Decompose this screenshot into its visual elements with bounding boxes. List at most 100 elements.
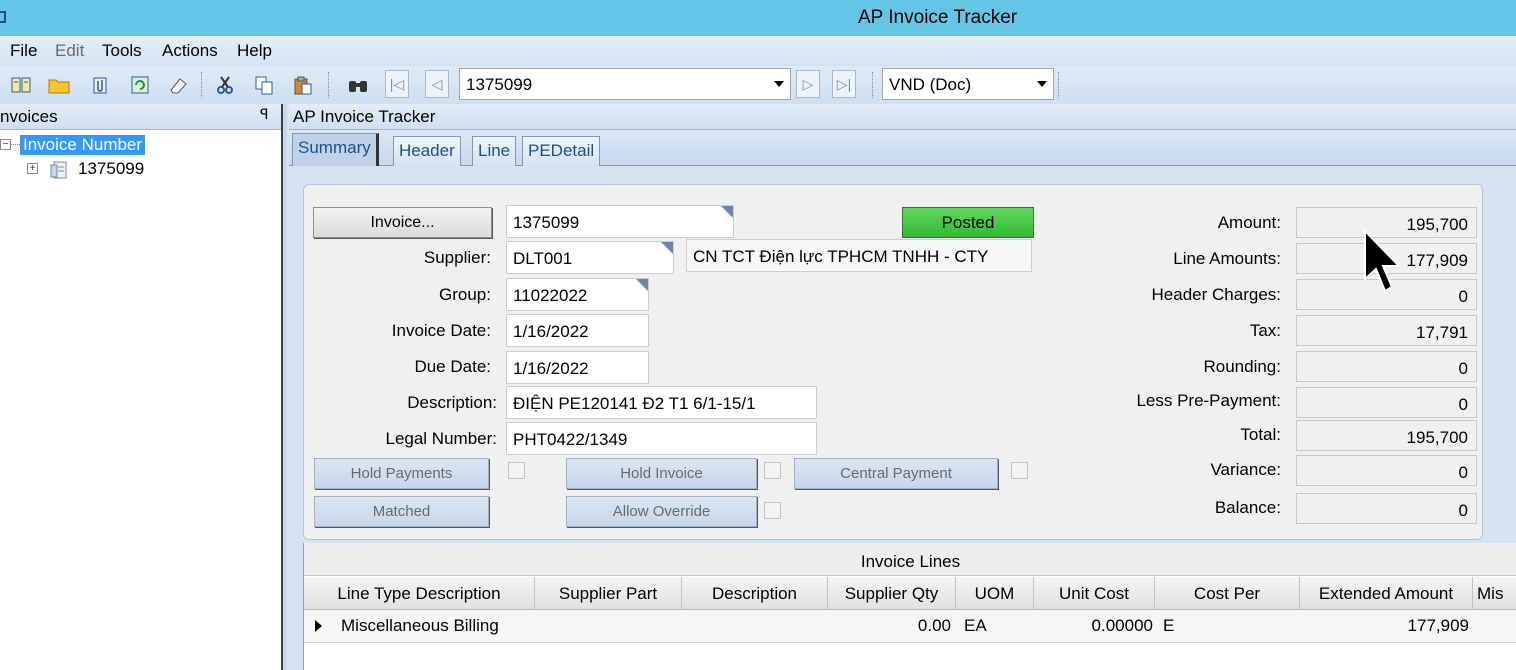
cell-cost-per[interactable]: E — [1163, 616, 1174, 636]
invoice-date-field[interactable]: 1/16/2022 — [506, 314, 649, 347]
supplier-label: Supplier: — [423, 248, 491, 267]
supplier-name-field: CN TCT Điện lực TPHCM TNHH - CTY — [686, 239, 1032, 272]
chevron-down-icon[interactable] — [1037, 81, 1047, 87]
tab-pedetail[interactable]: PEDetail — [522, 136, 601, 166]
cell-supplier-qty[interactable]: 0.00 — [828, 616, 951, 636]
refresh-icon[interactable] — [129, 74, 151, 96]
title-bar: AP Invoice Tracker — [0, 0, 1516, 36]
tab-header[interactable]: Header — [393, 136, 461, 166]
column-header[interactable]: Cost Per — [1155, 577, 1300, 610]
mouse-pointer-icon — [1363, 228, 1403, 310]
invoice-tree: − Invoice Number + 1375099 — [0, 130, 281, 670]
tree-line — [10, 144, 20, 145]
table-row[interactable]: Miscellaneous Billing 0.00 EA 0.00000 E … — [304, 610, 1516, 643]
balance-value: 0 — [1296, 493, 1477, 524]
toolbar-separator — [201, 72, 204, 98]
column-header[interactable]: Supplier Qty — [828, 577, 956, 610]
cell-extended-amount[interactable]: 177,909 — [1300, 616, 1469, 636]
next-record-icon[interactable]: ▷ — [796, 70, 820, 98]
total-value: 195,700 — [1296, 420, 1477, 451]
column-header[interactable]: Line Type Description — [304, 577, 535, 610]
menu-edit[interactable]: Edit — [55, 41, 84, 61]
rounding-label: Rounding: — [1203, 357, 1281, 376]
splitter[interactable] — [281, 104, 287, 670]
tree-node-invoice-number[interactable]: Invoice Number — [20, 135, 146, 155]
grid-caption: Invoice Lines — [304, 543, 1516, 576]
group-value: 11022022 — [513, 286, 588, 305]
cell-unit-cost[interactable]: 0.00000 — [1034, 616, 1153, 636]
paste-icon[interactable] — [292, 74, 314, 96]
column-header[interactable]: UOM — [956, 577, 1034, 610]
cut-icon[interactable] — [214, 74, 236, 96]
group-label: Group: — [439, 285, 491, 304]
hold-payments-checkbox[interactable] — [508, 462, 525, 479]
central-payment-checkbox[interactable] — [1011, 462, 1028, 479]
document-icon — [49, 160, 71, 185]
description-field[interactable]: ĐIỆN PE120141 Đ2 T1 6/1-15/1 — [506, 386, 817, 419]
cell-line-type[interactable]: Miscellaneous Billing — [341, 616, 499, 636]
menu-file[interactable]: File — [10, 41, 37, 61]
hold-payments-button[interactable]: Hold Payments — [314, 458, 489, 489]
amount-label: Amount: — [1217, 213, 1281, 232]
tax-value: 17,791 — [1296, 315, 1477, 346]
allow-override-checkbox[interactable] — [764, 502, 781, 519]
tax-label: Tax: — [1249, 321, 1281, 340]
matched-button[interactable]: Matched — [314, 496, 489, 527]
copy-icon[interactable] — [253, 74, 275, 96]
pin-icon[interactable]: ꟼ — [260, 106, 268, 123]
first-record-icon[interactable]: |◁ — [385, 70, 409, 98]
previous-record-icon[interactable]: ◁ — [425, 70, 449, 98]
folder-icon[interactable] — [48, 74, 70, 96]
grid-header: Line Type Description Supplier Part Desc… — [304, 577, 1516, 610]
currency-combo[interactable]: VND (Doc) — [882, 68, 1054, 100]
tracker-panel-header: AP Invoice Tracker — [289, 104, 1516, 130]
invoice-number-field[interactable]: 1375099 — [506, 205, 734, 238]
tab-line[interactable]: Line — [472, 136, 517, 166]
open-book-icon[interactable] — [10, 74, 32, 96]
header-charges-label: Header Charges: — [1151, 285, 1281, 304]
variance-value: 0 — [1296, 455, 1477, 486]
invoices-panel-title: nvoices — [0, 107, 58, 126]
tree-node-invoice[interactable]: 1375099 — [78, 159, 144, 179]
tab-summary[interactable]: Summary — [292, 133, 379, 167]
menu-help[interactable]: Help — [237, 41, 272, 61]
binoculars-icon[interactable] — [347, 74, 369, 96]
group-field[interactable]: 11022022 — [506, 278, 649, 311]
expand-icon[interactable]: + — [27, 163, 38, 174]
chevron-down-icon[interactable] — [774, 81, 784, 87]
legal-number-label: Legal Number: — [385, 429, 497, 448]
field-corner-icon — [721, 206, 733, 218]
legal-number-field[interactable]: PHT0422/1349 — [506, 422, 817, 455]
column-header[interactable]: Unit Cost — [1034, 577, 1155, 610]
menu-tools[interactable]: Tools — [102, 41, 142, 61]
invoices-panel-header: nvoices ꟼ — [0, 104, 281, 130]
column-header[interactable]: Extended Amount — [1300, 577, 1473, 610]
toolbar-separator — [328, 72, 331, 98]
column-header[interactable]: Description — [682, 577, 828, 610]
menu-bar: File Edit Tools Actions Help — [0, 36, 1516, 66]
eraser-icon[interactable] — [167, 74, 189, 96]
allow-override-button[interactable]: Allow Override — [566, 496, 757, 527]
less-prepayment-value: 0 — [1296, 387, 1477, 418]
hold-invoice-button[interactable]: Hold Invoice — [566, 458, 757, 489]
column-header[interactable]: Mis — [1473, 577, 1516, 610]
hold-invoice-checkbox[interactable] — [764, 462, 781, 479]
invoice-lookup-button[interactable]: Invoice... — [313, 207, 492, 238]
last-record-icon[interactable]: ▷| — [832, 70, 856, 98]
due-date-field[interactable]: 1/16/2022 — [506, 351, 649, 384]
toolbar-separator — [1058, 72, 1061, 98]
currency-combo-value: VND (Doc) — [889, 75, 972, 94]
menu-actions[interactable]: Actions — [162, 41, 218, 61]
invoice-lines-grid: Invoice Lines Line Type Description Supp… — [303, 543, 1516, 670]
supplier-field[interactable]: DLT001 — [506, 241, 674, 274]
central-payment-button[interactable]: Central Payment — [794, 458, 998, 489]
attach-icon[interactable] — [89, 74, 111, 96]
rounding-value: 0 — [1296, 351, 1477, 382]
window-title: AP Invoice Tracker — [858, 7, 1018, 28]
due-date-label: Due Date: — [414, 357, 491, 376]
toolbar: |◁ ◁ 1375099 ▷ ▷| VND (Doc) — [0, 66, 1516, 104]
cell-uom[interactable]: EA — [964, 616, 987, 636]
invoice-combo-value: 1375099 — [466, 75, 533, 94]
invoice-combo[interactable]: 1375099 — [459, 68, 791, 100]
column-header[interactable]: Supplier Part — [535, 577, 682, 610]
